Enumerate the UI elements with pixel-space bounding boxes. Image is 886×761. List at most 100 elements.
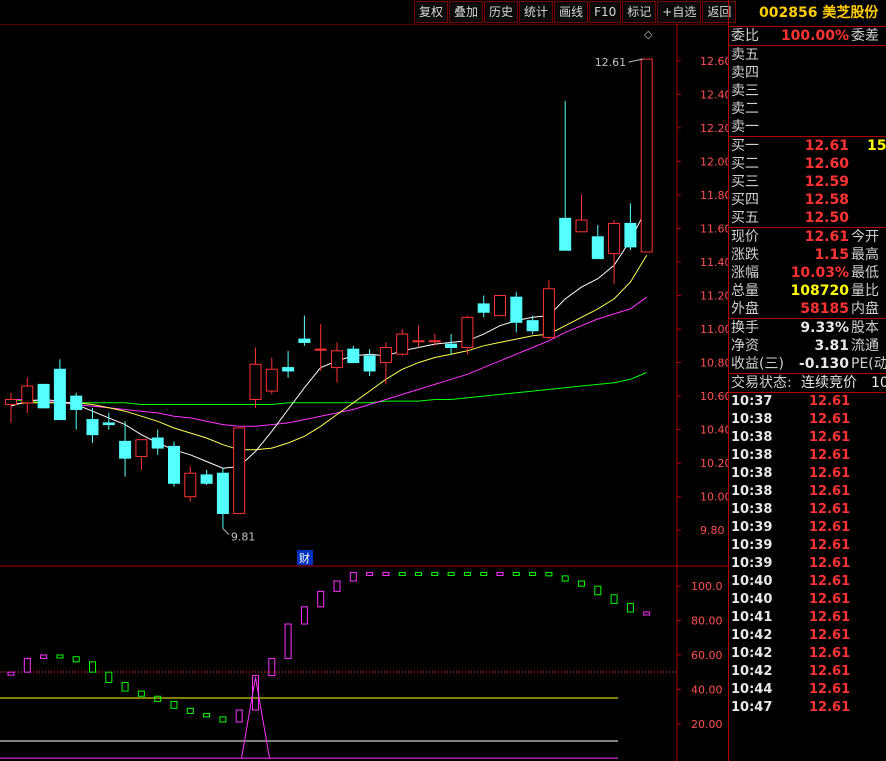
- tick-row[interactable]: 10:38 12.61: [729, 483, 886, 501]
- price-tick-label: 9.80: [700, 524, 725, 537]
- tick-time: 10:38: [731, 430, 773, 445]
- tick-time: 10:42: [731, 646, 773, 661]
- indicator-bar: [105, 671, 113, 683]
- tick-row[interactable]: 10:44 12.61: [729, 681, 886, 699]
- draw-line-button[interactable]: 画线: [554, 1, 589, 23]
- tick-price: 12.61: [809, 646, 851, 661]
- indicator-bar: [610, 594, 618, 604]
- candle-body: [608, 222, 621, 255]
- fund-stat-label2: PE(动: [851, 356, 886, 372]
- buy-level-row: 买五 12.50: [729, 209, 886, 227]
- stock-code: 002856: [759, 5, 818, 21]
- kline-chart[interactable]: 12.60 12.40 12.20 12.00 11.80 11.60 11.40 11.20…: [0, 24, 728, 761]
- buy-level-row: 买二 12.60: [729, 155, 886, 173]
- tick-time: 10:47: [731, 700, 773, 715]
- indicator-bar: [89, 661, 96, 673]
- tick-row[interactable]: 10:39 12.61: [729, 555, 886, 573]
- indicator-bar: [349, 571, 357, 582]
- tick-row[interactable]: 10:38 12.61: [729, 447, 886, 465]
- candle-body: [445, 343, 458, 348]
- tick-price: 12.61: [809, 556, 851, 571]
- tick-row[interactable]: 10:42 12.61: [729, 663, 886, 681]
- price-tick-label: 12.40: [700, 88, 728, 101]
- ma60-line: [10, 372, 647, 405]
- candle-body: [428, 340, 441, 343]
- tick-row[interactable]: 10:39 12.61: [729, 537, 886, 555]
- tick-price: 12.61: [809, 682, 851, 697]
- overlay-button[interactable]: 叠加: [449, 1, 484, 23]
- tick-price: 12.61: [809, 538, 851, 553]
- tick-row[interactable]: 10:38 12.61: [729, 411, 886, 429]
- tick-row[interactable]: 10:37 12.61: [729, 393, 886, 411]
- candle-body: [526, 320, 539, 332]
- indicator-tick-label: 80.00: [691, 615, 723, 628]
- kline-svg[interactable]: 12.60 12.40 12.20 12.00 11.80 11.60 11.40 11.20…: [0, 24, 728, 761]
- price-tick-label: 10.20: [700, 457, 728, 470]
- quote-stat-value: 10.03%: [790, 265, 849, 281]
- ma10-line: [10, 255, 648, 451]
- candle-body: [331, 350, 343, 369]
- indicator-bar: [300, 606, 308, 625]
- sell-level-label: 卖一: [731, 119, 759, 135]
- sell-level-label: 卖四: [731, 65, 759, 81]
- quote-stat-label2: 最低: [851, 265, 879, 281]
- tick-row[interactable]: 10:39 12.61: [729, 519, 886, 537]
- tick-price: 12.61: [809, 574, 851, 589]
- fund-stat-row: 收益(三) -0.130 PE(动: [729, 355, 886, 373]
- buy-level-price: 12.59: [804, 174, 849, 190]
- tick-time: 10:38: [731, 448, 773, 463]
- candle-body: [379, 346, 392, 364]
- tick-list[interactable]: 10:37 12.61 10:38 12.61 10:38 12.61 10:38 12.61…: [729, 393, 886, 717]
- candle-body: [624, 222, 637, 248]
- candle-body: [151, 437, 164, 449]
- indicator-tick-label: 20.00: [691, 718, 723, 731]
- buy-level-row: 买三 12.59: [729, 173, 886, 191]
- tick-row[interactable]: 10:40 12.61: [729, 573, 886, 591]
- fundamental-stats: 换手 9.33% 股本 净资 3.81 流通 收益(三) -0.130 PE(动: [729, 319, 886, 373]
- indicator-bar: [512, 571, 520, 576]
- f10-button[interactable]: F10: [589, 1, 622, 23]
- diamond-icon: ◇: [644, 28, 653, 41]
- indicator-bar: [415, 571, 422, 576]
- tick-row[interactable]: 10:42 12.61: [729, 645, 886, 663]
- quote-stat-label2: 最高: [851, 247, 879, 263]
- statistics-button[interactable]: 统计: [519, 1, 554, 23]
- candle-body: [591, 236, 604, 260]
- quote-stat-label2: 量比: [851, 283, 879, 299]
- add-watchlist-button[interactable]: +自选: [657, 1, 702, 23]
- candle-body: [282, 367, 295, 372]
- tick-row[interactable]: 10:38 12.61: [729, 465, 886, 483]
- stock-app: 复权 叠加 历史 统计 画线 F10 标记 +自选 返回 12.6012.401…: [0, 0, 886, 761]
- history-button[interactable]: 历史: [484, 1, 519, 23]
- price-tick-label: 12.60: [700, 55, 728, 68]
- tick-row[interactable]: 10:41 12.61: [729, 609, 886, 627]
- tick-price: 12.61: [809, 448, 851, 463]
- indicator-bar: [170, 700, 178, 709]
- tick-row[interactable]: 10:38 12.61: [729, 501, 886, 519]
- indicator-bar: [317, 590, 325, 608]
- mark-button[interactable]: 标记: [622, 1, 657, 23]
- tick-price: 12.61: [809, 484, 851, 499]
- indicator-tick-label: 60.00: [691, 649, 723, 662]
- candle-body: [233, 427, 246, 514]
- tick-row[interactable]: 10:38 12.61: [729, 429, 886, 447]
- tick-time: 10:38: [731, 412, 773, 427]
- tick-row[interactable]: 10:40 12.61: [729, 591, 886, 609]
- candle-body: [575, 219, 588, 233]
- tick-time: 10:38: [731, 502, 773, 517]
- indicator-bar: [186, 707, 194, 714]
- tick-row[interactable]: 10:42 12.61: [729, 627, 886, 645]
- indicator-bar: [496, 571, 504, 576]
- candle-body: [37, 383, 50, 409]
- restore-rights-button[interactable]: 复权: [414, 1, 449, 23]
- tick-row[interactable]: 10:47 12.61: [729, 699, 886, 717]
- high-pointer: [628, 58, 643, 63]
- buy-level-volume: 153: [867, 138, 886, 154]
- tick-time: 10:39: [731, 520, 773, 535]
- indicator-bar: [594, 585, 602, 596]
- fund-stat-value: 3.81: [814, 338, 849, 354]
- candle-body: [102, 422, 115, 426]
- tick-price: 12.61: [809, 466, 851, 481]
- tick-price: 12.61: [809, 592, 851, 607]
- indicator-tick-label: 100.0: [691, 580, 723, 593]
